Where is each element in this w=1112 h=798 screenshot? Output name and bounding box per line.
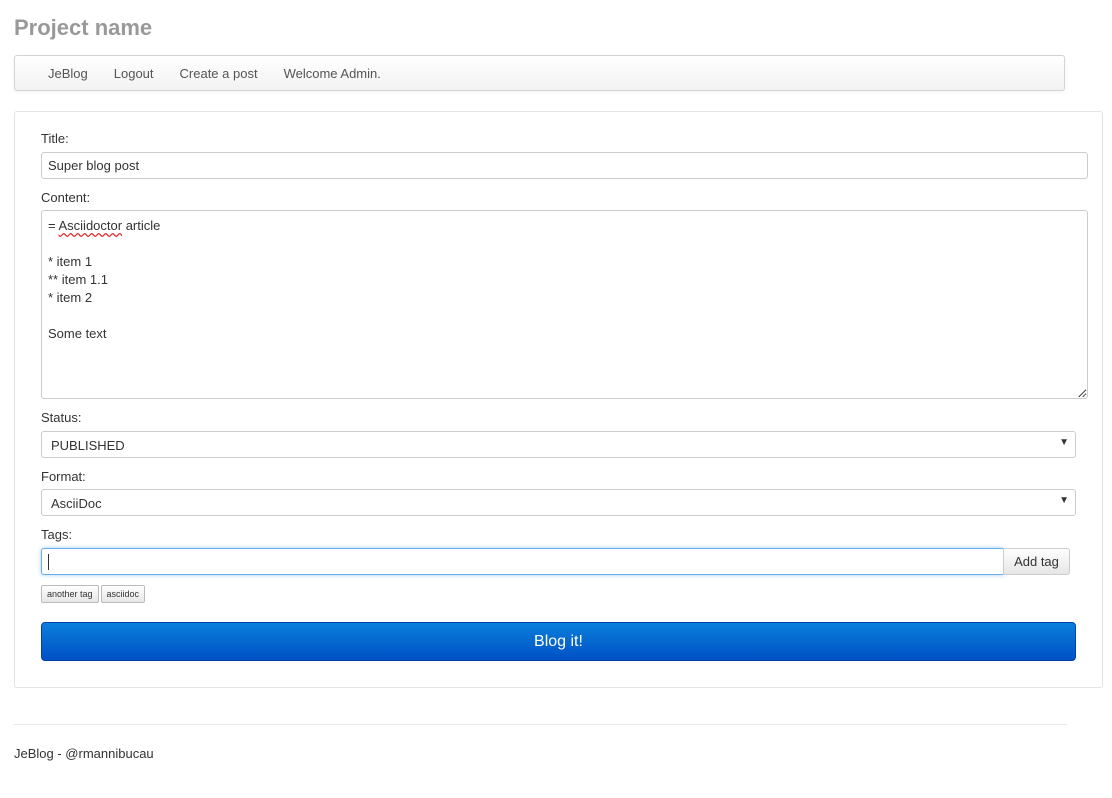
content-line: = Asciidoctor article [48, 217, 1081, 235]
tags-label: Tags: [41, 527, 73, 542]
format-select[interactable]: AsciiDoc ▼ [41, 489, 1076, 516]
chevron-down-icon: ▼ [1059, 495, 1069, 506]
tag-list: another tag asciidoc [41, 585, 146, 603]
resize-grip-icon[interactable] [1078, 389, 1086, 397]
chevron-down-icon: ▼ [1059, 437, 1069, 448]
content-line: * item 2 [48, 290, 93, 305]
format-selected-value: AsciiDoc [51, 496, 102, 511]
format-label: Format: [41, 469, 86, 484]
tag-input[interactable] [41, 548, 1004, 575]
content-line-suffix: article [122, 218, 161, 233]
content-line-word: Asciidoctor [58, 218, 123, 233]
content-line: * item 1 [48, 254, 93, 269]
navbar: JeBlog Logout Create a post Welcome Admi… [14, 55, 1065, 91]
status-select[interactable]: PUBLISHED ▼ [41, 431, 1076, 458]
nav-list: JeBlog Logout Create a post Welcome Admi… [15, 56, 1064, 90]
nav-item-jeblog[interactable]: JeBlog [35, 66, 101, 81]
nav-item-logout[interactable]: Logout [101, 66, 167, 81]
content-label: Content: [41, 190, 91, 205]
footer-divider [14, 724, 1067, 725]
tag-chip-another-tag[interactable]: another tag [41, 585, 99, 603]
content-line [48, 235, 1081, 253]
content-line [48, 307, 1081, 325]
content-textarea[interactable]: = Asciidoctor article * item 1 ** item 1.1… [41, 210, 1088, 399]
status-label: Status: [41, 410, 82, 425]
add-tag-button[interactable]: Add tag [1003, 548, 1070, 575]
nav-item-create-post[interactable]: Create a post [167, 66, 271, 81]
title-input[interactable] [41, 152, 1088, 179]
blog-it-button[interactable]: Blog it! [41, 622, 1076, 661]
content-line: ** item 1.1 [48, 272, 108, 287]
post-form-container [14, 111, 1103, 688]
content-line-prefix: = [48, 218, 59, 233]
text-cursor [48, 554, 49, 570]
page: Project name JeBlog Logout Create a post… [0, 0, 1112, 798]
title-label: Title: [41, 131, 69, 146]
tag-chip-asciidoc[interactable]: asciidoc [100, 585, 146, 603]
nav-item-welcome[interactable]: Welcome Admin. [271, 66, 394, 81]
footer-text: JeBlog - @rmannibucau [14, 746, 154, 761]
project-name[interactable]: Project name [14, 15, 152, 41]
content-line: Some text [48, 326, 107, 341]
status-selected-value: PUBLISHED [51, 438, 125, 453]
